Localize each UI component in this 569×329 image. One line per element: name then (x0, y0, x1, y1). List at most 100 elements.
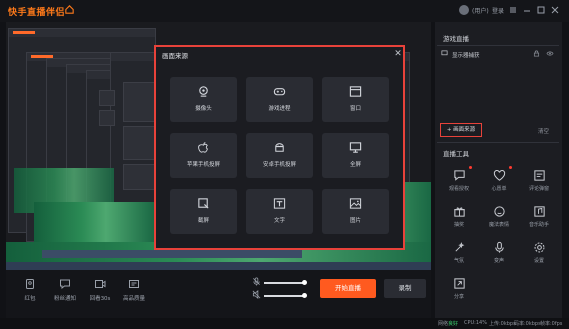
mirror-wallpaper (34, 202, 154, 242)
toolbar-label: 红包 (24, 296, 36, 302)
tool-music[interactable]: 音乐助手 (520, 199, 558, 235)
tool-label: 音乐助手 (528, 222, 549, 228)
magic-icon (493, 206, 505, 217)
section-divider (437, 142, 559, 143)
source-window[interactable]: 窗口 (322, 77, 389, 122)
message-icon (60, 279, 70, 290)
bitrate: 码率:0kbps (514, 321, 541, 327)
microphone-volume-slider[interactable] (264, 282, 305, 284)
speaker-icon[interactable] (252, 290, 261, 299)
scene-item[interactable]: 显示器捕获 (437, 47, 559, 61)
tool-comment-popup[interactable]: 评论弹窗 (520, 163, 558, 199)
tool-viewer-auth[interactable]: 观看授权 (440, 163, 478, 199)
tool-label: 心愿单 (491, 186, 507, 192)
tool-atmosphere[interactable]: 气氛 (440, 235, 478, 271)
tool-settings[interactable]: 设置 (520, 235, 558, 271)
user-avatar[interactable] (459, 5, 469, 15)
window-icon (349, 86, 362, 97)
record-button[interactable]: 录制 (384, 279, 426, 298)
speaker-volume-knob[interactable] (302, 293, 307, 298)
tool-label: 评论弹窗 (528, 186, 549, 192)
scene-item-label: 显示器捕获 (452, 53, 480, 59)
tool-share[interactable]: 分享 (440, 271, 478, 307)
close-icon[interactable] (550, 5, 560, 15)
replay-icon (95, 280, 106, 288)
source-fullscreen[interactable]: 全屏 (322, 133, 389, 178)
lock-icon[interactable] (533, 50, 540, 57)
upload-rate: 上传:0kbps (489, 321, 516, 327)
tool-label: 气氛 (453, 258, 464, 264)
source-iphone-mirror[interactable]: 苹果手机投屏 (170, 133, 237, 178)
source-dialog: 画面来源 ✕ 摄像头 游戏进程 窗口 苹果手机投屏 安卓手机投屏 全屏 截屏 文… (154, 45, 405, 250)
red-packet-button[interactable]: 红包 (10, 278, 50, 302)
microphone-volume-knob[interactable] (302, 280, 307, 285)
heart-icon (493, 169, 505, 181)
section-divider (437, 45, 559, 46)
quality-icon (129, 280, 139, 288)
voice-icon (494, 241, 504, 253)
image-icon (349, 198, 362, 209)
source-label: 截屏 (197, 218, 209, 224)
tool-label: 变声 (493, 258, 504, 264)
eye-icon[interactable] (546, 50, 554, 57)
user-name[interactable]: (用户) (472, 6, 489, 15)
clear-button[interactable]: 清空 (538, 127, 549, 135)
maximize-icon[interactable] (536, 5, 546, 15)
tools-section-title: 直播工具 (443, 150, 469, 158)
network-status: 良好 (448, 321, 459, 327)
crop-icon (198, 198, 209, 209)
source-label: 全屏 (349, 162, 361, 168)
tool-lottery[interactable]: 抽奖 (440, 199, 478, 235)
dialog-close-icon[interactable]: ✕ (393, 49, 403, 59)
source-label: 摄像头 (195, 106, 212, 112)
tool-magic-emoji[interactable]: 魔法表情 (480, 199, 518, 235)
source-text[interactable]: 文字 (246, 189, 313, 234)
wand-icon (454, 242, 464, 252)
toolbar-label: 高品质量 (122, 296, 145, 302)
tool-label: 魔法表情 (488, 222, 509, 228)
microphone-icon[interactable] (252, 277, 261, 286)
toolbar-label: 粉丝通知 (53, 296, 76, 302)
minimize-icon[interactable] (522, 5, 532, 15)
red-packet-icon (26, 279, 34, 289)
source-label: 文字 (273, 218, 285, 224)
source-screenshot[interactable]: 截屏 (170, 189, 237, 234)
chat-icon (453, 170, 465, 181)
frame-rate: 帧率:0fps (540, 321, 563, 327)
cpu-usage: CPU:14% (464, 320, 487, 326)
camera-icon (199, 86, 208, 97)
tool-label: 分享 (453, 294, 464, 300)
notification-dot (469, 166, 472, 169)
app-title: 快手直播伴侣 (8, 8, 66, 18)
speaker-volume-slider[interactable] (264, 295, 305, 297)
source-label: 苹果手机投屏 (186, 162, 220, 168)
gift-icon (453, 207, 465, 217)
android-icon (275, 143, 284, 152)
share-icon (453, 278, 465, 289)
menu-icon[interactable] (508, 5, 518, 15)
source-label: 安卓手机投屏 (262, 162, 296, 168)
source-game[interactable]: 游戏进程 (246, 77, 313, 122)
tool-label: 观看授权 (448, 186, 469, 192)
scene-section-title: 游戏直播 (443, 35, 469, 43)
comment-icon (533, 170, 545, 181)
tool-wishlist[interactable]: 心愿单 (480, 163, 518, 199)
source-label: 图片 (349, 218, 361, 224)
source-camera[interactable]: 摄像头 (170, 77, 237, 122)
tool-label: 抽奖 (453, 222, 464, 228)
source-image[interactable]: 图片 (322, 189, 389, 234)
music-icon (533, 206, 545, 217)
quality-button[interactable]: 高品质量 (114, 278, 154, 302)
fan-notice-button[interactable]: 粉丝通知 (45, 278, 85, 302)
source-android-mirror[interactable]: 安卓手机投屏 (246, 133, 313, 178)
gear-icon (534, 242, 544, 253)
home-icon[interactable] (64, 4, 75, 15)
start-live-button[interactable]: 开始直播 (320, 279, 376, 298)
add-source-button[interactable]: + 画面来源 (440, 123, 482, 137)
gamepad-icon (273, 88, 286, 96)
login-link[interactable]: 登录 (492, 6, 504, 15)
monitor-icon (441, 50, 448, 56)
tool-label: 设置 (533, 258, 544, 264)
dialog-title: 画面来源 (162, 52, 188, 60)
tool-voice-change[interactable]: 变声 (480, 235, 518, 271)
